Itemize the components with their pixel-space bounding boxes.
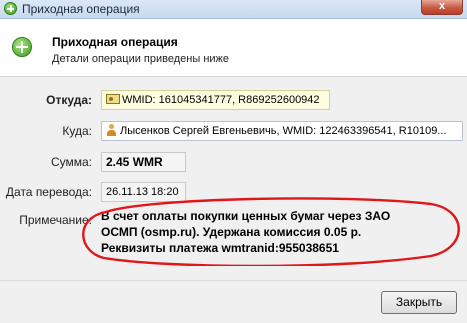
from-field[interactable]: WMID: 161045341777, R869252600942 [101,90,330,110]
window-close-button[interactable]: x [421,0,463,15]
amount-label: Сумма: [50,155,92,169]
plus-circle-icon [12,37,32,57]
amount-field[interactable]: 2.45 WMR [101,152,186,172]
close-button[interactable]: Закрыть [381,291,457,314]
to-label: Куда: [62,124,92,138]
red-annotation-ellipse [82,197,460,266]
wmid-card-icon [106,94,120,104]
dialog-title: Приходная операция [52,35,178,49]
header-panel: Приходная операция Детали операции приве… [0,19,467,77]
to-field[interactable]: Лысенков Сергей Евгеньевичь, WMID: 12246… [101,121,463,141]
plus-circle-icon [4,2,17,15]
from-label: Откуда: [46,93,92,107]
person-icon [106,124,117,136]
window-title: Приходная операция [22,2,140,16]
to-value: Лысенков Сергей Евгеньевичь, WMID: 12246… [120,125,447,137]
footer-separator [0,280,467,281]
title-bar: Приходная операция x [0,0,467,19]
dialog-subtitle: Детали операции приведены ниже [52,53,230,65]
from-value: WMID: 161045341777, R869252600942 [122,94,320,106]
